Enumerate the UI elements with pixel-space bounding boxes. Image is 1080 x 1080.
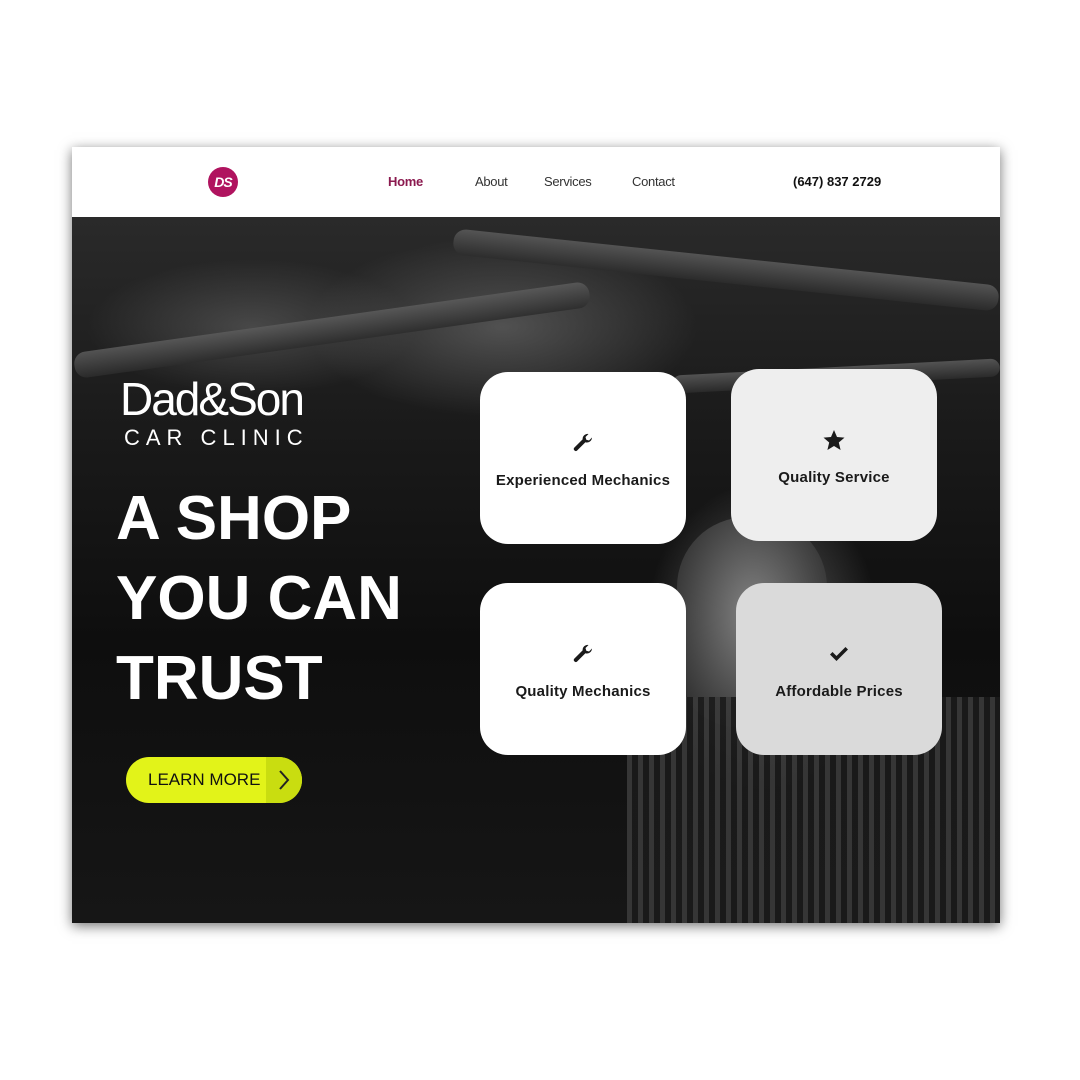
nav-services-link[interactable]: Services (544, 174, 592, 189)
brand-logo[interactable]: DS (208, 167, 238, 197)
feature-card-quality-service[interactable]: Quality Service (731, 369, 937, 541)
top-navigation: DS Home About Services Contact (647) 837… (72, 147, 1000, 217)
feature-label: Quality Service (778, 468, 890, 486)
wrench-icon (571, 639, 595, 669)
phone-number[interactable]: (647) 837 2729 (793, 174, 881, 189)
learn-more-button[interactable]: LEARN MORE (126, 757, 302, 803)
website-frame: DS Home About Services Contact (647) 837… (72, 147, 1000, 923)
feature-label: Affordable Prices (775, 682, 903, 700)
checkmark-icon (827, 639, 851, 669)
nav-home-link[interactable]: Home (388, 174, 423, 189)
feature-card-quality-mechanics[interactable]: Quality Mechanics (480, 583, 686, 755)
star-icon (822, 425, 846, 455)
hero-headline: A SHOP YOU CAN TRUST (116, 479, 476, 719)
nav-contact-link[interactable]: Contact (632, 174, 675, 189)
brand-name: Dad&Son (120, 373, 305, 425)
nav-about-link[interactable]: About (475, 174, 508, 189)
feature-card-affordable-prices[interactable]: Affordable Prices (736, 583, 942, 755)
brand-subtitle: CAR CLINIC (124, 425, 309, 450)
headline-line: TRUST (116, 644, 323, 713)
feature-label: Quality Mechanics (515, 682, 651, 700)
feature-card-experienced-mechanics[interactable]: Experienced Mechanics (480, 372, 686, 544)
headline-line: YOU CAN (116, 564, 402, 633)
hero-section: Dad&Son CAR CLINIC A SHOP YOU CAN TRUST … (72, 217, 1000, 923)
headline-line: A SHOP (116, 484, 352, 553)
wrench-icon (571, 428, 595, 458)
learn-more-label: LEARN MORE (148, 770, 261, 789)
chevron-right-icon (265, 757, 302, 803)
feature-label: Experienced Mechanics (495, 471, 671, 489)
